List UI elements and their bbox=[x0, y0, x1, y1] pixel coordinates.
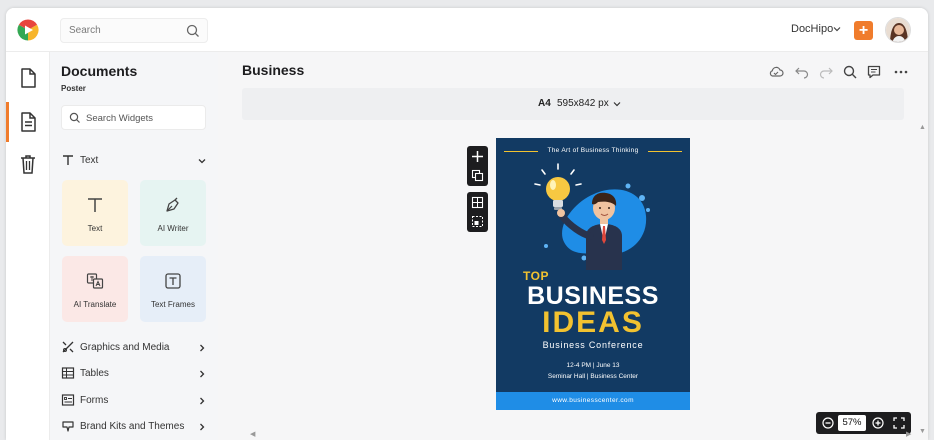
document-text-icon bbox=[21, 112, 36, 132]
panel-subtitle: Poster bbox=[61, 84, 86, 93]
section-forms[interactable]: Forms bbox=[61, 392, 207, 410]
scroll-right-icon[interactable]: ▶ bbox=[906, 430, 911, 438]
chevron-down-icon[interactable] bbox=[832, 24, 842, 34]
translate-icon bbox=[86, 273, 104, 289]
poster-canvas[interactable]: The Art of Business Thinking TOP BUSINES… bbox=[496, 138, 690, 410]
add-button[interactable]: + bbox=[854, 21, 873, 40]
zoom-out-icon[interactable] bbox=[821, 416, 835, 430]
search-icon[interactable] bbox=[842, 64, 858, 80]
widget-card-label: Text Frames bbox=[150, 300, 195, 309]
chevron-right-icon bbox=[200, 344, 205, 352]
section-tables[interactable]: Tables bbox=[61, 365, 207, 383]
chevron-right-icon bbox=[200, 397, 205, 405]
section-brand-kits[interactable]: Brand Kits and Themes bbox=[61, 418, 207, 436]
widget-card-text[interactable]: Text bbox=[62, 180, 128, 246]
left-rail bbox=[6, 52, 50, 440]
page-add-toolbar bbox=[467, 146, 488, 186]
select-area-icon[interactable] bbox=[471, 215, 484, 228]
poster-website: www.businesscenter.com bbox=[552, 397, 634, 404]
scroll-left-icon[interactable]: ◀ bbox=[250, 430, 255, 438]
vertical-scrollbar[interactable]: ▲ ▼ bbox=[918, 124, 926, 440]
widget-search-placeholder: Search Widgets bbox=[86, 113, 154, 124]
rail-item-templates[interactable] bbox=[6, 102, 50, 142]
widgets-panel: Documents Poster Search Widgets Text Tex… bbox=[50, 52, 218, 440]
rail-item-trash[interactable] bbox=[6, 144, 50, 184]
widget-card-label: AI Translate bbox=[73, 300, 117, 309]
add-page-icon[interactable] bbox=[471, 150, 484, 163]
text-frame-icon bbox=[165, 273, 181, 289]
trash-icon bbox=[21, 155, 35, 174]
page-format: A4 bbox=[538, 98, 551, 109]
section-label: Graphics and Media bbox=[80, 342, 170, 353]
widget-card-ai-writer[interactable]: AI Writer bbox=[140, 180, 206, 246]
widget-card-ai-translate[interactable]: AI Translate bbox=[62, 256, 128, 322]
section-label: Tables bbox=[80, 368, 109, 379]
scroll-down-icon[interactable]: ▼ bbox=[919, 428, 926, 435]
chevron-right-icon bbox=[200, 423, 205, 431]
global-search[interactable]: Search bbox=[60, 18, 208, 43]
text-icon bbox=[63, 155, 73, 165]
widget-card-text-frames[interactable]: Text Frames bbox=[140, 256, 206, 322]
poster-time: 12-4 PM | June 13 bbox=[566, 362, 620, 369]
poster-top-text: TOP bbox=[523, 269, 549, 283]
comment-icon[interactable] bbox=[866, 64, 882, 80]
chevron-down-icon bbox=[198, 159, 206, 164]
document-icon bbox=[21, 68, 36, 88]
section-label: Forms bbox=[80, 395, 109, 406]
poster-venue: Seminar Hall | Business Center bbox=[547, 373, 639, 380]
undo-icon[interactable] bbox=[794, 64, 810, 80]
chevron-down-icon bbox=[613, 102, 621, 107]
redo-icon[interactable] bbox=[818, 64, 834, 80]
section-text-label: Text bbox=[80, 155, 99, 166]
zoom-in-icon[interactable] bbox=[871, 416, 885, 430]
top-bar: Search DocHipo + bbox=[6, 8, 928, 52]
text-icon bbox=[88, 198, 102, 212]
search-placeholder: Search bbox=[69, 25, 101, 36]
poster-event: Business Conference bbox=[542, 340, 644, 350]
section-text[interactable]: Text bbox=[61, 152, 207, 170]
widget-card-label: AI Writer bbox=[157, 224, 189, 233]
grid-icon[interactable] bbox=[471, 196, 484, 209]
more-options-icon[interactable] bbox=[893, 64, 909, 80]
cloud-saved-icon[interactable] bbox=[768, 64, 784, 80]
widget-search-input[interactable]: Search Widgets bbox=[61, 105, 206, 130]
brand-kit-icon bbox=[62, 421, 74, 432]
businessman-lightbulb-illustration bbox=[534, 163, 650, 270]
section-graphics-media[interactable]: Graphics and Media bbox=[61, 339, 207, 357]
chevron-right-icon bbox=[200, 370, 205, 378]
poster-highlight: IDEAS bbox=[542, 306, 644, 339]
page-grid-toolbar bbox=[467, 192, 488, 232]
poster-tagline: The Art of Business Thinking bbox=[547, 147, 639, 154]
pen-nib-icon bbox=[166, 197, 179, 212]
duplicate-page-icon[interactable] bbox=[471, 169, 484, 182]
zoom-level[interactable]: 57% bbox=[838, 415, 866, 431]
page-dimensions: 595x842 px bbox=[557, 98, 609, 109]
scroll-up-icon[interactable]: ▲ bbox=[919, 124, 926, 131]
zoom-control: 57% bbox=[816, 412, 911, 434]
table-icon bbox=[61, 367, 75, 379]
fullscreen-icon[interactable] bbox=[892, 416, 906, 430]
search-icon bbox=[69, 112, 80, 123]
app-window: Search DocHipo + Documents Poster Search… bbox=[6, 8, 928, 440]
page-size-bar[interactable]: A4 595x842 px bbox=[242, 88, 904, 120]
widget-card-label: Text bbox=[87, 224, 103, 233]
rail-item-documents[interactable] bbox=[6, 58, 50, 98]
section-label: Brand Kits and Themes bbox=[80, 421, 185, 432]
search-icon[interactable] bbox=[185, 23, 201, 39]
form-icon bbox=[61, 394, 75, 406]
brand-menu[interactable]: DocHipo bbox=[791, 23, 833, 35]
document-title[interactable]: Business bbox=[242, 62, 304, 78]
poster-footer: www.businesscenter.com bbox=[496, 392, 690, 410]
graphics-icon bbox=[62, 341, 74, 353]
avatar[interactable] bbox=[885, 17, 911, 43]
panel-title: Documents bbox=[61, 63, 138, 79]
editor-main: Business A4 595x842 px The Art of Busine… bbox=[218, 52, 928, 440]
app-logo-icon[interactable] bbox=[17, 19, 39, 41]
